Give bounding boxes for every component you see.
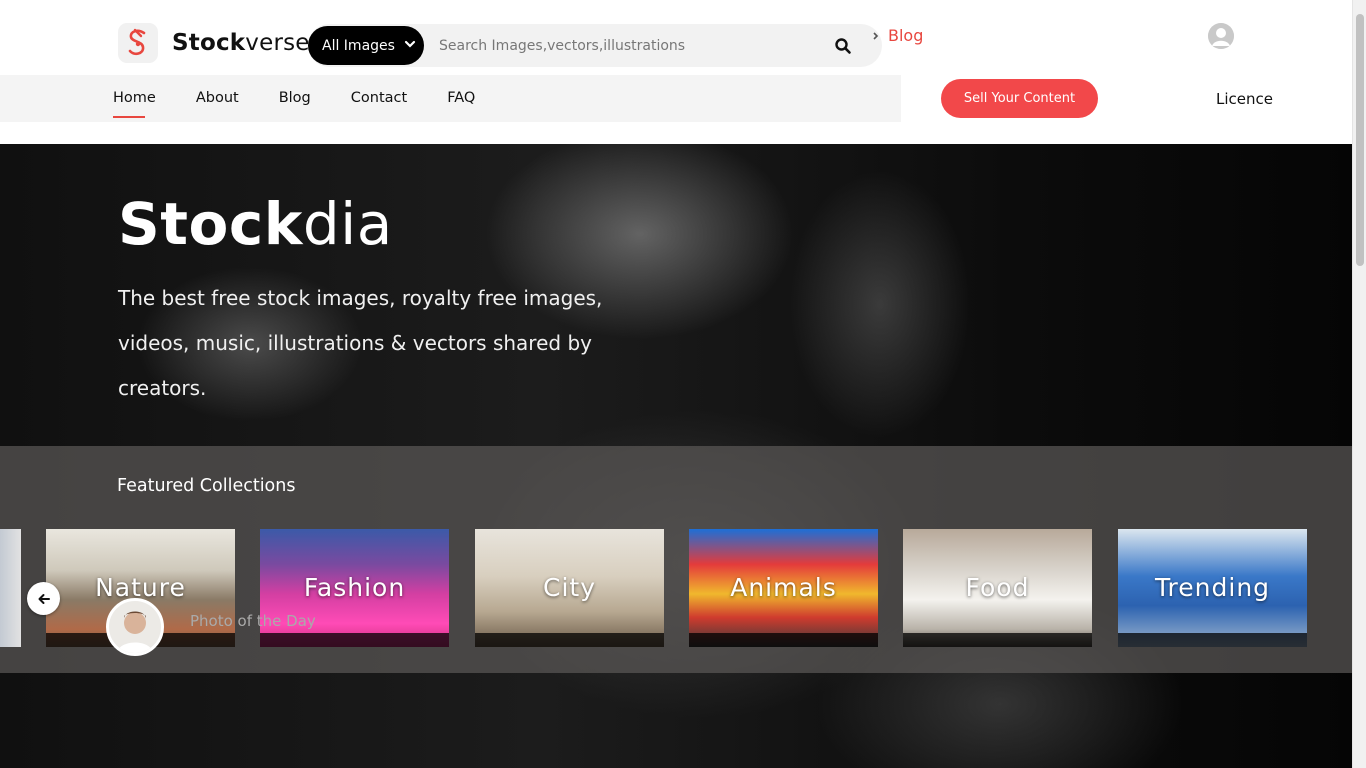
collection-tile-partial[interactable]: [0, 529, 21, 647]
main-nav: Home About Blog Contact FAQ: [113, 90, 515, 118]
search-category-select[interactable]: All Images: [308, 26, 424, 65]
search-icon[interactable]: [834, 37, 852, 55]
page-scrollbar[interactable]: [1352, 0, 1366, 768]
hero-title: Stockdia: [118, 190, 393, 258]
collection-tile-trending[interactable]: Trending: [1118, 529, 1307, 647]
featured-collections-title: Featured Collections: [117, 476, 296, 496]
chevron-down-icon: [404, 40, 416, 48]
slider-prev-button[interactable]: [27, 582, 60, 615]
search-category-label: All Images: [322, 37, 395, 54]
collection-image: [0, 529, 21, 647]
collection-label: Fashion: [303, 573, 406, 602]
search-input[interactable]: [439, 30, 819, 61]
collection-tile-food[interactable]: Food: [903, 529, 1092, 647]
search-bar: All Images: [308, 24, 882, 67]
collection-label: Trending: [1154, 573, 1271, 602]
licence-link[interactable]: Licence: [1216, 90, 1273, 108]
scrollbar-thumb[interactable]: [1356, 14, 1364, 266]
stockverse-s-logo-icon: [118, 23, 158, 63]
nav-item-blog[interactable]: Blog: [279, 90, 311, 106]
collection-tile-city[interactable]: City: [475, 529, 664, 647]
arrow-left-icon: [38, 593, 50, 604]
nav-item-about[interactable]: About: [196, 90, 239, 106]
nav-item-contact[interactable]: Contact: [351, 90, 407, 106]
nav-item-faq[interactable]: FAQ: [447, 90, 475, 106]
photo-of-the-day-label: Photo of the Day: [190, 612, 316, 630]
hero-description: The best free stock images, royalty free…: [118, 286, 603, 400]
site-header: Stockverse All Images Blog Home About: [0, 0, 1352, 144]
sell-your-content-button[interactable]: Sell Your Content: [941, 79, 1098, 118]
hero-section: Stockdia The best free stock images, roy…: [0, 144, 1352, 768]
photographer-avatar[interactable]: [106, 598, 164, 656]
collection-tile-animals[interactable]: Animals: [689, 529, 878, 647]
top-blog-label: Blog: [888, 26, 924, 45]
collection-label: Animals: [730, 573, 837, 602]
top-blog-link[interactable]: Blog: [872, 26, 923, 45]
nav-item-home[interactable]: Home: [113, 90, 156, 118]
user-avatar-icon[interactable]: [1208, 23, 1234, 49]
collection-label: Food: [965, 573, 1030, 602]
chevron-right-icon: [873, 31, 879, 40]
brand-logo[interactable]: Stockverse: [118, 23, 310, 63]
collection-label: City: [543, 573, 596, 602]
brand-name: Stockverse: [172, 30, 310, 56]
featured-collections: Featured Collections Nature Fashion City…: [0, 446, 1352, 673]
